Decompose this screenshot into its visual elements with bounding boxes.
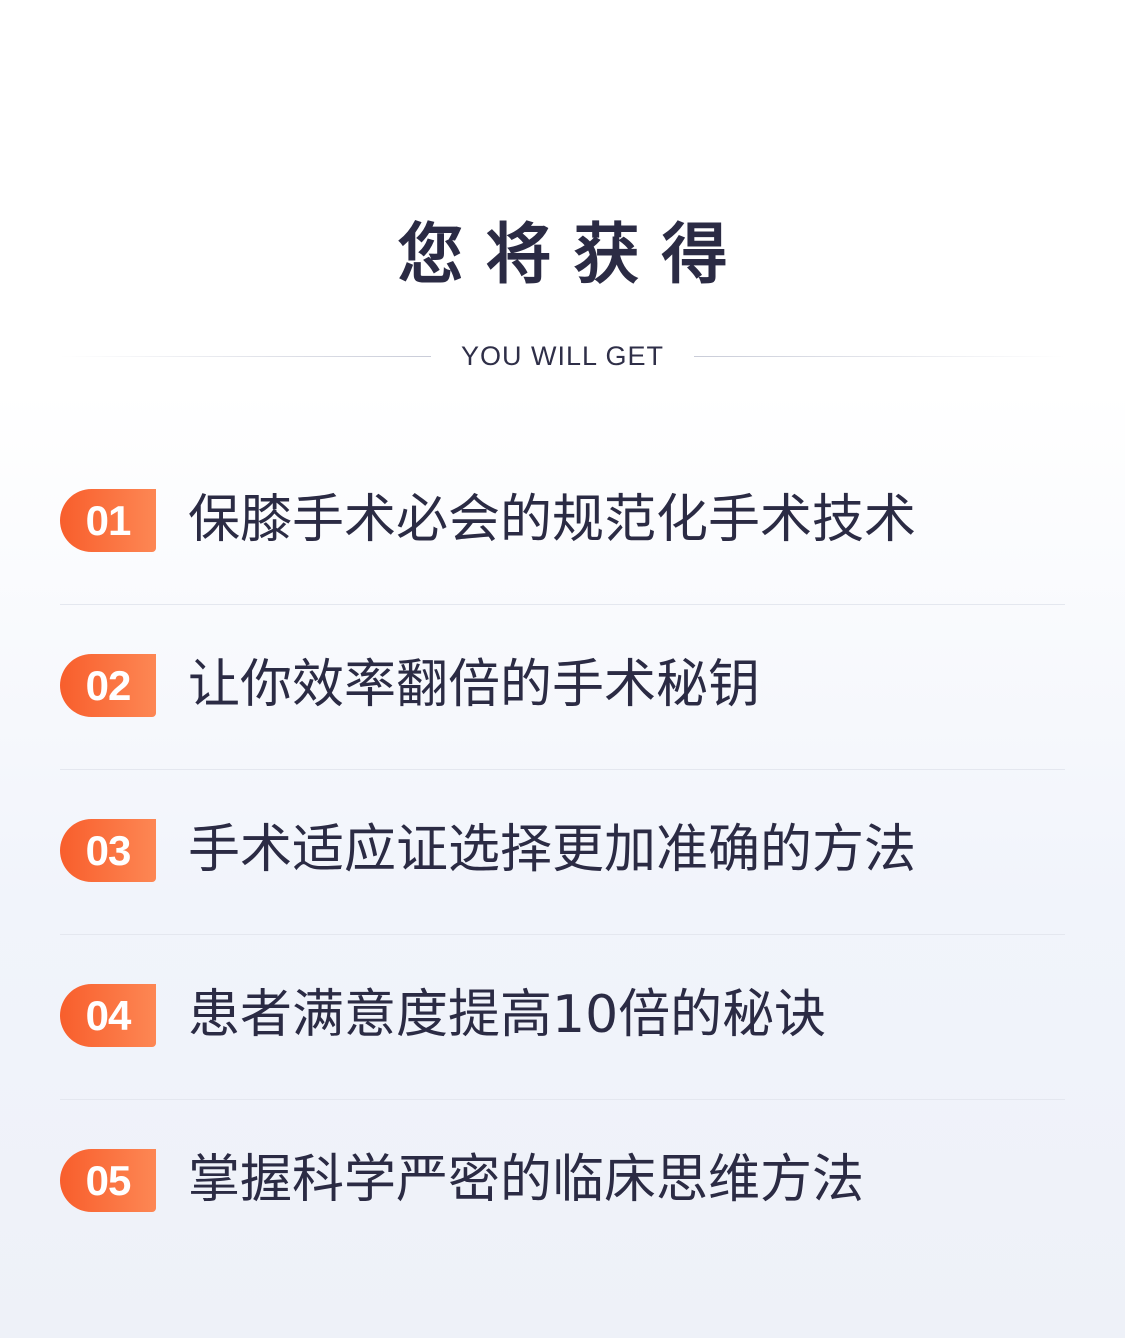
item-text: 掌握科学严密的临床思维方法 bbox=[188, 1150, 865, 1210]
subtitle-divider-left bbox=[60, 355, 431, 357]
item-number-badge: 03 bbox=[60, 819, 156, 882]
item-number-badge: 04 bbox=[60, 984, 156, 1047]
list-item: 01 保膝手术必会的规范化手术技术 bbox=[60, 440, 1065, 605]
subtitle-divider-right bbox=[694, 355, 1065, 357]
benefits-list: 01 保膝手术必会的规范化手术技术 02 让你效率翻倍的手术秘钥 03 手术适应… bbox=[60, 440, 1065, 1265]
section-subtitle: YOU WILL GET bbox=[460, 340, 665, 371]
item-text: 手术适应证选择更加准确的方法 bbox=[188, 820, 917, 880]
item-text: 保膝手术必会的规范化手术技术 bbox=[188, 490, 917, 550]
item-text: 患者满意度提高10倍的秘诀 bbox=[188, 985, 827, 1045]
list-item: 04 患者满意度提高10倍的秘诀 bbox=[60, 935, 1065, 1100]
item-number-badge: 02 bbox=[60, 654, 156, 717]
section-header: 您将获得 YOU WILL GET bbox=[0, 0, 1125, 400]
list-item: 05 掌握科学严密的临床思维方法 bbox=[60, 1100, 1065, 1265]
subtitle-row: YOU WILL GET bbox=[60, 336, 1065, 376]
item-number-badge: 01 bbox=[60, 489, 156, 552]
list-item: 02 让你效率翻倍的手术秘钥 bbox=[60, 605, 1065, 770]
list-item: 03 手术适应证选择更加准确的方法 bbox=[60, 770, 1065, 935]
section-title: 您将获得 bbox=[397, 216, 750, 293]
item-text: 让你效率翻倍的手术秘钥 bbox=[188, 655, 761, 715]
item-number-badge: 05 bbox=[60, 1149, 156, 1212]
